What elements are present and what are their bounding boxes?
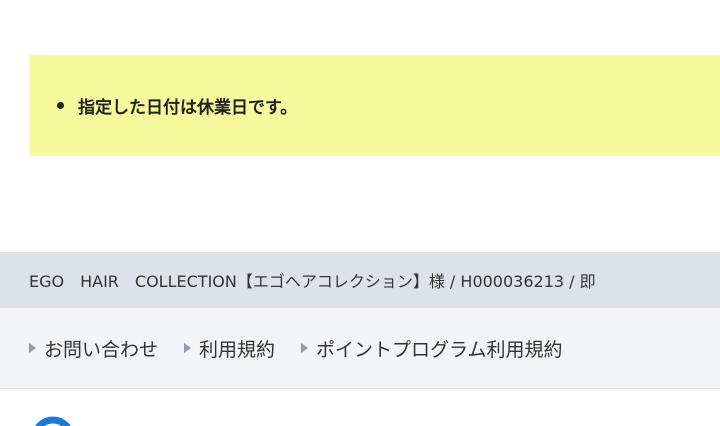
shop-info-text: EGO HAIR COLLECTION【エゴヘアコレクション】様 / H0000…	[29, 272, 596, 291]
footer-link-point-terms[interactable]: ポイントプログラム利用規約	[301, 335, 562, 362]
footer-link-terms[interactable]: 利用規約	[184, 335, 275, 362]
footer-divider	[0, 388, 720, 389]
footer-link-label: お問い合わせ	[44, 338, 159, 361]
page: 指定した日付は休業日です。 EGO HAIR COLLECTION【エゴヘアコレ…	[0, 0, 720, 426]
triangle-right-icon	[301, 343, 309, 353]
footer-link-contact[interactable]: お問い合わせ	[29, 335, 158, 362]
brand-logo-icon	[35, 416, 71, 426]
footer-link-label: 利用規約	[199, 338, 276, 361]
bullet-icon	[57, 102, 64, 109]
footer-nav: お問い合わせ 利用規約 ポイントプログラム利用規約	[0, 308, 720, 388]
footer-link-label: ポイントプログラム利用規約	[316, 338, 563, 361]
shop-info-bar: EGO HAIR COLLECTION【エゴヘアコレクション】様 / H0000…	[0, 252, 720, 308]
notice-list: 指定した日付は休業日です。	[57, 93, 297, 118]
error-notice: 指定した日付は休業日です。	[29, 55, 720, 156]
notice-message: 指定した日付は休業日です。	[78, 98, 298, 118]
triangle-right-icon	[184, 343, 192, 353]
notice-item: 指定した日付は休業日です。	[57, 93, 297, 118]
triangle-right-icon	[29, 343, 36, 353]
